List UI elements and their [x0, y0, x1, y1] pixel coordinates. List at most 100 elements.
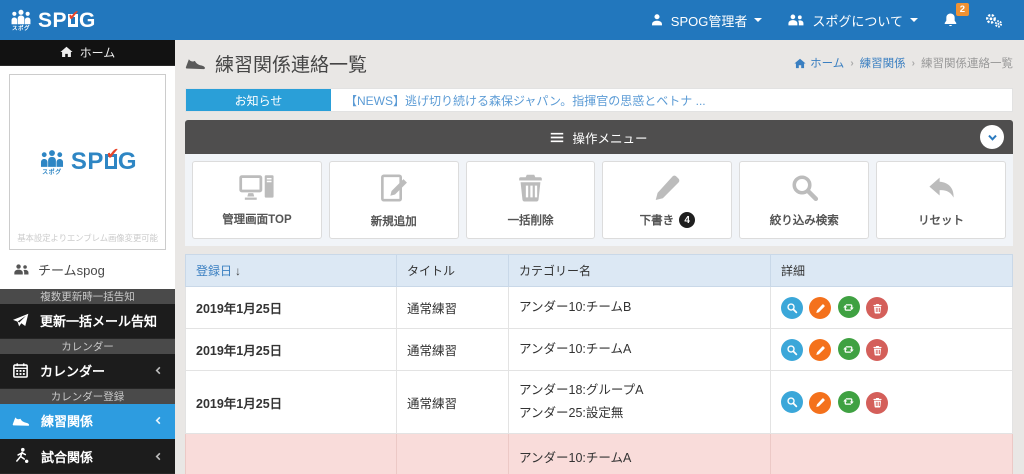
reset-button[interactable]: リセット	[876, 161, 1006, 239]
table-row-draft: 下書き アンダー10:チームAアンダー10:チームB	[186, 434, 1013, 474]
sidebar-item-mail-notify[interactable]: 更新一括メール告知	[0, 304, 175, 339]
home-icon	[794, 58, 806, 69]
add-new-button[interactable]: 新規追加	[329, 161, 459, 239]
edit-button[interactable]	[809, 339, 831, 361]
view-button[interactable]	[781, 339, 803, 361]
trash-icon	[872, 397, 883, 408]
paper-plane-icon	[12, 312, 29, 329]
delete-button[interactable]	[866, 392, 888, 414]
view-button[interactable]	[781, 391, 803, 413]
row-title: 通常練習	[397, 287, 509, 329]
column-header-date: 登録日↓	[186, 255, 397, 287]
chevron-down-icon	[987, 132, 998, 143]
row-title: 通常練習	[397, 329, 509, 371]
sidebar-section-calendar: カレンダー	[0, 339, 175, 354]
trash-icon	[872, 345, 883, 356]
row-category: アンダー10:チームAアンダー10:チームB	[509, 434, 771, 474]
about-spog-menu[interactable]: スポグについて	[786, 11, 918, 30]
bulk-delete-button[interactable]: 一括削除	[466, 161, 596, 239]
team-emblem-card: スポグ SP✔G 基本設定よりエンブレム画像変更可能	[9, 74, 166, 250]
sidebar-item-match[interactable]: 試合関係	[0, 439, 175, 474]
column-header-category: カテゴリー名	[509, 255, 771, 287]
repeat-button[interactable]	[838, 338, 860, 360]
trash-icon	[872, 303, 883, 314]
emblem-note: 基本設定よりエンブレム画像変更可能	[10, 232, 165, 244]
row-category: アンダー18:グループAアンダー25:設定無	[509, 371, 771, 434]
caret-down-icon	[910, 18, 918, 22]
table-row: 2019年1月25日 通常練習 アンダー10:チームA	[186, 329, 1013, 371]
column-header-title: タイトル	[397, 255, 509, 287]
filter-search-button[interactable]: 絞り込み検索	[739, 161, 869, 239]
page-title: 練習関係連絡一覧	[185, 50, 367, 77]
breadcrumb-section[interactable]: 練習関係	[860, 55, 906, 71]
edit-button[interactable]	[809, 392, 831, 414]
breadcrumb-separator: ›	[912, 58, 915, 69]
home-icon	[60, 46, 73, 58]
sidebar-section-bulk-notify: 複数更新時一括告知	[0, 289, 175, 304]
logo-text: SP✔G	[38, 10, 96, 31]
news-ticker: お知らせ 【NEWS】逃げ切り続ける森保ジャパン。指揮官の思惑とベトナ ...	[185, 88, 1013, 112]
sidebar-section-calendar-reg: カレンダー登録	[0, 389, 175, 404]
pencil-icon	[815, 303, 826, 314]
repeat-icon	[842, 301, 855, 314]
main-content: 練習関係連絡一覧 ホーム › 練習関係 › 練習関係連絡一覧 お知らせ 【NEW…	[175, 40, 1024, 474]
chevron-left-icon	[154, 416, 163, 425]
sidebar: ホーム スポグ SP✔G 基本設定よりエンブレム画像変更可能 チームspog	[0, 40, 175, 474]
row-date: 2019年1月25日	[186, 371, 397, 434]
delete-button[interactable]	[866, 339, 888, 361]
edit-button[interactable]	[809, 297, 831, 319]
settings-cogs-button[interactable]	[983, 12, 1004, 29]
sidebar-item-practice[interactable]: 練習関係	[0, 404, 175, 439]
sort-date-link[interactable]: 登録日	[196, 264, 232, 278]
news-headline-link[interactable]: 【NEWS】逃げ切り続ける森保ジャパン。指揮官の思惑とベトナ ...	[331, 89, 706, 111]
shoe-icon	[185, 53, 206, 74]
row-detail-actions	[771, 329, 1013, 371]
bars-icon	[550, 132, 564, 143]
sort-descending-icon: ↓	[235, 264, 241, 278]
draft-count-badge: 4	[679, 212, 695, 228]
logo-checkbox-icon: ✔	[68, 14, 78, 27]
action-buttons: 管理画面TOP 新規追加 一括削除 下書き4	[185, 154, 1013, 246]
repeat-button[interactable]	[838, 391, 860, 413]
sidebar-item-calendar[interactable]: カレンダー	[0, 354, 175, 389]
row-category: アンダー10:チームA	[509, 329, 771, 371]
delete-button[interactable]	[866, 297, 888, 319]
team-name-row: チームspog	[9, 250, 166, 284]
chevron-left-icon	[154, 366, 163, 375]
records-table: 登録日↓ タイトル カテゴリー名 詳細 2019年1月25日 通常練習 アンダー…	[185, 254, 1013, 474]
admin-user-label: SPOG管理者	[671, 11, 748, 30]
view-button[interactable]	[781, 297, 803, 319]
pencil-icon	[652, 172, 683, 203]
admin-top-button[interactable]: 管理画面TOP	[192, 161, 322, 239]
draft-button[interactable]: 下書き4	[602, 161, 732, 239]
users-icon	[786, 13, 805, 27]
column-header-detail: 詳細	[771, 255, 1013, 287]
row-date: 2019年1月25日	[186, 329, 397, 371]
navbar-right: SPOG管理者 スポグについて 2	[650, 0, 1024, 40]
table-row: 2019年1月25日 通常練習 アンダー18:グループAアンダー25:設定無	[186, 371, 1013, 434]
emblem-people-icon: スポグ	[38, 148, 66, 176]
sidebar-team-section: スポグ SP✔G 基本設定よりエンブレム画像変更可能 チームspog	[0, 66, 175, 289]
caret-down-icon	[754, 18, 762, 22]
breadcrumb-home[interactable]: ホーム	[794, 55, 844, 71]
table-row: 2019年1月25日 通常練習 アンダー10:チームB	[186, 287, 1013, 329]
search-icon	[786, 344, 798, 356]
sidebar-item-home[interactable]: ホーム	[0, 40, 175, 66]
pencil-icon	[815, 345, 826, 356]
row-category: アンダー10:チームB	[509, 287, 771, 329]
repeat-button[interactable]	[838, 296, 860, 318]
spog-logo[interactable]: スポグ SP✔G	[0, 0, 175, 40]
sidebar-home-label: ホーム	[80, 44, 116, 61]
breadcrumb-separator: ›	[850, 58, 853, 69]
team-name-label: チームspog	[38, 260, 105, 279]
collapse-toggle-button[interactable]	[980, 125, 1004, 149]
repeat-icon	[842, 395, 855, 408]
admin-user-menu[interactable]: SPOG管理者	[650, 11, 763, 30]
notifications-button[interactable]: 2	[942, 11, 959, 28]
pencil-icon	[815, 397, 826, 408]
breadcrumb-current: 練習関係連絡一覧	[921, 55, 1013, 71]
operation-menu-bar[interactable]: 操作メニュー	[185, 120, 1013, 154]
news-label: お知らせ	[186, 89, 331, 111]
row-title: 通常練習	[397, 371, 509, 434]
users-icon	[12, 263, 30, 276]
